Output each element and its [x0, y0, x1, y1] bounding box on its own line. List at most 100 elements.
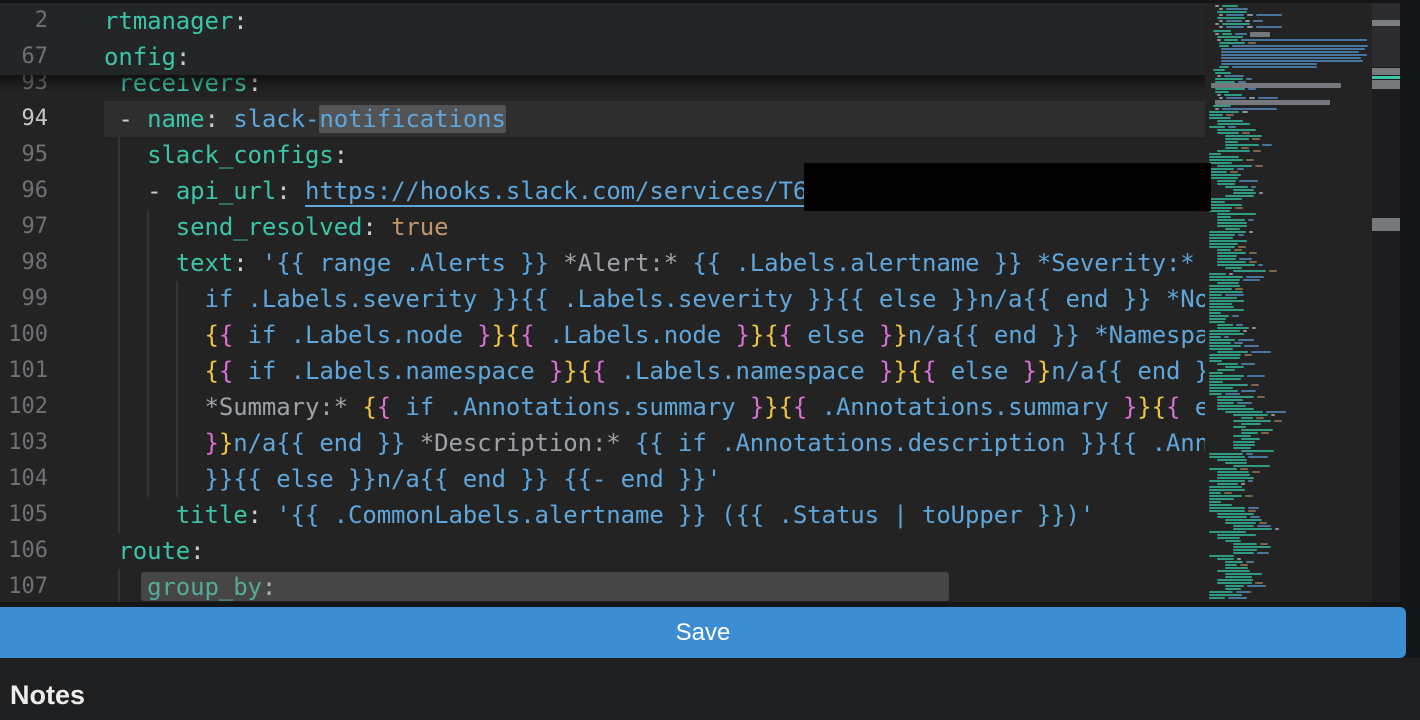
scrollbar-slider[interactable]: [1372, 3, 1400, 67]
token: if .Labels.node: [233, 321, 477, 349]
token: if .Annotations.summary: [391, 393, 750, 421]
minimap-segment: [1209, 111, 1239, 113]
save-button[interactable]: Save: [0, 607, 1406, 658]
line-content-clip: }}{{ else }}n/a{{ end }} {{- end }}': [104, 461, 1205, 497]
sticky-code-line[interactable]: 67 config:: [0, 39, 1205, 75]
line-number[interactable]: 106: [0, 533, 48, 569]
editor-lines[interactable]: 93 receivers:94 - name: slack-notificati…: [0, 3, 1400, 602]
notes-panel: Notes: [0, 658, 1420, 720]
horizontal-scrollbar[interactable]: [141, 572, 949, 601]
minimap-segment: [1209, 177, 1238, 179]
code-line[interactable]: 102 *Summary:* {{ if .Annotations.summar…: [0, 389, 1205, 425]
code-line[interactable]: 101 {{ if .Labels.namespace }}{{ .Labels…: [0, 353, 1205, 389]
minimap-segment: [1209, 393, 1222, 395]
line-number[interactable]: 107: [0, 569, 48, 602]
token: }: [750, 321, 764, 349]
minimap-segment: [1246, 78, 1252, 80]
minimap-segment: [1217, 474, 1250, 476]
line-number[interactable]: 2: [0, 3, 48, 39]
code-line[interactable]: 97 send_resolved: true: [0, 209, 1205, 245]
minimap-segment: [1209, 279, 1240, 281]
minimap-segment: [1217, 513, 1254, 515]
code-line[interactable]: 106 route:: [0, 533, 1205, 569]
minimap-segment: [1217, 213, 1256, 215]
minimap-segment: [1217, 123, 1250, 125]
minimap-segment: [1235, 207, 1243, 209]
minimap-segment: [1209, 390, 1238, 392]
minimap-segment: [1209, 153, 1221, 155]
redaction-overlay: [804, 163, 1211, 211]
minimap-segment: [1217, 459, 1247, 461]
line-number[interactable]: 95: [0, 137, 48, 173]
minimap-segment: [1247, 585, 1266, 587]
line-number[interactable]: 98: [0, 245, 48, 281]
line-text: *Summary:* {{ if .Annotations.summary }}…: [104, 389, 1205, 425]
minimap-segment: [1240, 564, 1248, 566]
minimap-segment: [1248, 480, 1253, 482]
minimap-segment: [1215, 5, 1219, 7]
token: {: [219, 321, 233, 349]
token: }: [893, 357, 907, 385]
minimap-segment: [1235, 33, 1247, 35]
minimap-segment: [1249, 231, 1253, 233]
minimap-segment: [1241, 483, 1245, 485]
line-number[interactable]: 100: [0, 317, 48, 353]
token: :: [233, 7, 247, 35]
sticky-scroll-header[interactable]: 2alertmanager:67 config:: [0, 3, 1205, 75]
code-line[interactable]: 100 {{ if .Labels.node }}{{ .Labels.node…: [0, 317, 1205, 353]
minimap-segment: [1228, 597, 1247, 599]
code-line[interactable]: 104 }}{{ else }}n/a{{ end }} {{- end }}': [0, 461, 1205, 497]
line-text: route:: [104, 533, 205, 569]
page: { "colors":{ "editor_bg":"#232323","page…: [0, 0, 1420, 720]
line-number[interactable]: 102: [0, 389, 48, 425]
token: *Alert:*: [563, 249, 678, 277]
minimap-segment: [1242, 111, 1248, 113]
sticky-code-line[interactable]: 2alertmanager:: [0, 3, 1205, 39]
minimap-segment: [1241, 450, 1274, 452]
minimap-segment: [1209, 315, 1229, 317]
line-number[interactable]: 104: [0, 461, 48, 497]
minimap-segment: [1224, 39, 1238, 41]
code-line[interactable]: 94 - name: slack-notifications: [0, 101, 1205, 137]
minimap-segment: [1219, 14, 1223, 16]
code-line[interactable]: 103 }}n/a{{ end }} *Description:* {{ if …: [0, 425, 1205, 461]
indent-guide: [118, 569, 120, 602]
line-number[interactable]: 94: [0, 101, 48, 137]
token: }: [549, 357, 563, 385]
minimap-segment: [1209, 372, 1223, 374]
ruler-match-mark: [1372, 80, 1400, 89]
minimap[interactable]: [1205, 3, 1372, 602]
minimap-segment: [1209, 162, 1232, 164]
minimap-segment: [1221, 48, 1365, 50]
line-text: slack_configs:: [104, 137, 348, 173]
code-line[interactable]: 98 text: '{{ range .Alerts }} *Alert:* {…: [0, 245, 1205, 281]
line-number[interactable]: 67: [0, 39, 48, 75]
code-line[interactable]: 105 title: '{{ .CommonLabels.alertname }…: [0, 497, 1205, 533]
minimap-segment: [1209, 486, 1242, 488]
minimap-segment: [1221, 54, 1367, 56]
minimap-segment: [1209, 285, 1240, 287]
minimap-segment: [1217, 408, 1254, 410]
line-number[interactable]: 96: [0, 173, 48, 209]
token: if .Labels.namespace: [233, 357, 549, 385]
line-number[interactable]: 99: [0, 281, 48, 317]
line-content-clip: }}n/a{{ end }} *Description:* {{ if .Ann…: [104, 425, 1205, 461]
yaml-code-editor[interactable]: 93 receivers:94 - name: slack-notificati…: [0, 3, 1400, 602]
line-number[interactable]: 103: [0, 425, 48, 461]
minimap-segment: [1217, 255, 1237, 257]
token: {: [1166, 393, 1180, 421]
line-number[interactable]: 101: [0, 353, 48, 389]
line-number[interactable]: 97: [0, 209, 48, 245]
token: {: [922, 357, 936, 385]
token: }: [1037, 357, 1051, 385]
minimap-segment: [1209, 357, 1240, 359]
minimap-segment: [1225, 564, 1237, 566]
vertical-scrollbar[interactable]: [1372, 3, 1400, 602]
token: {: [793, 393, 807, 421]
minimap-segment: [1209, 171, 1227, 173]
minimap-segment: [1209, 114, 1223, 116]
token: *Description:*: [420, 429, 621, 457]
code-line[interactable]: 99 if .Labels.severity }}{{ .Labels.seve…: [0, 281, 1205, 317]
line-number[interactable]: 105: [0, 497, 48, 533]
token: {{ if .Annotations.description }}{{ .Ann…: [621, 429, 1205, 457]
